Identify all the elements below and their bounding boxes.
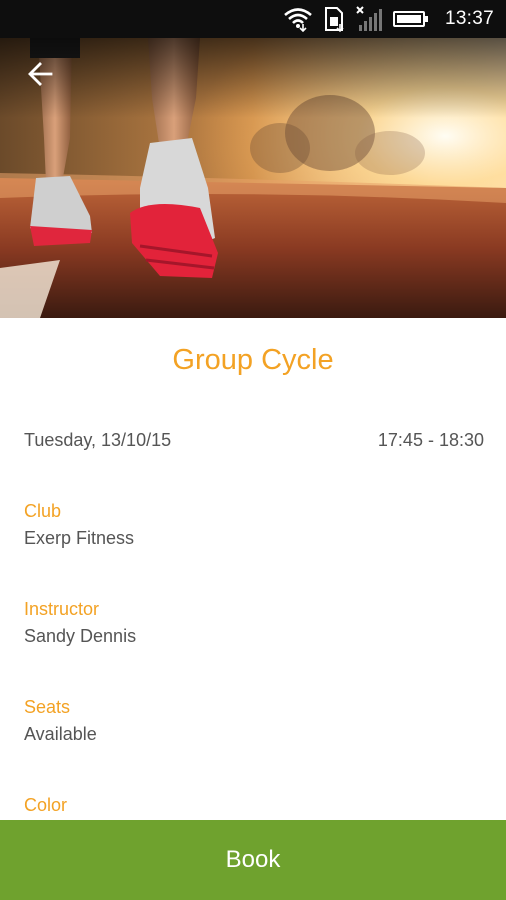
sim-card-icon [323, 6, 345, 32]
hero-image [0, 38, 506, 318]
club-field: Club Exerp Fitness [24, 500, 484, 549]
book-button[interactable]: Book [0, 820, 506, 900]
class-time: 17:45 - 18:30 [377, 430, 484, 450]
class-title: Group Cycle [172, 344, 334, 376]
seats-label: Seats [24, 697, 71, 717]
instructor-label: Instructor [24, 599, 100, 619]
status-time: 13:37 [444, 8, 494, 29]
signal-off-icon [355, 6, 383, 32]
arrow-left-icon [28, 62, 53, 86]
instructor-field: Instructor Sandy Dennis [24, 598, 484, 647]
club-label: Club [24, 501, 62, 521]
instructor-value: Sandy Dennis [24, 626, 137, 646]
class-detail-screen: 13:37 Group Cycle Tuesday, 13/10/15 17:4… [0, 0, 506, 900]
color-field: Color [24, 794, 484, 816]
seats-field: Seats Available [24, 696, 484, 745]
seats-value: Available [24, 724, 97, 744]
color-label: Color [24, 795, 68, 815]
date-time-row: Tuesday, 13/10/15 17:45 - 18:30 [24, 430, 484, 451]
back-button[interactable] [20, 54, 60, 94]
running-shoes-photo [0, 38, 506, 318]
battery-icon [392, 9, 429, 29]
wifi-icon [283, 6, 313, 32]
class-date: Tuesday, 13/10/15 [24, 430, 172, 450]
club-value: Exerp Fitness [24, 528, 135, 548]
status-bar: 13:37 [0, 0, 506, 38]
